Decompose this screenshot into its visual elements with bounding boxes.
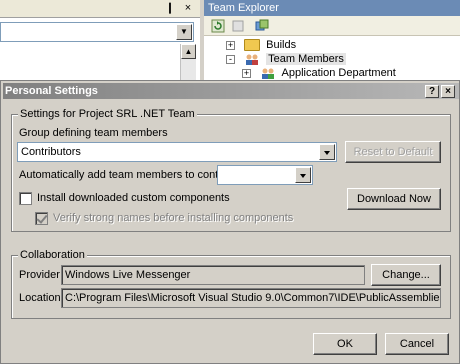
group-icon	[260, 67, 276, 80]
left-pane-header: ❙ ×	[0, 0, 200, 18]
ok-button[interactable]: OK	[313, 333, 377, 355]
tree-item-label: Builds	[266, 39, 297, 51]
close-icon[interactable]: ×	[182, 2, 194, 15]
download-now-button[interactable]: Download Now	[347, 188, 441, 210]
folder-icon	[244, 39, 261, 52]
expand-icon[interactable]: +	[242, 68, 251, 78]
dialog-titlebar[interactable]: Personal Settings ? ×	[3, 83, 459, 99]
tree-item-team-members[interactable]: - Team Members	[226, 52, 346, 66]
cancel-button[interactable]: Cancel	[385, 333, 449, 355]
verify-strong-names-checkbox[interactable]	[35, 212, 48, 225]
provider-label: Provider:	[19, 269, 64, 281]
team-explorer-title: Team Explorer	[204, 0, 460, 16]
refresh-icon[interactable]	[210, 18, 226, 34]
group-defining-label: Group defining team members	[19, 127, 168, 139]
auto-add-select[interactable]	[217, 165, 313, 185]
location-label: Location:	[19, 292, 64, 304]
left-pane-dropdown[interactable]: ▼	[0, 22, 194, 42]
chevron-down-icon[interactable]	[295, 167, 311, 183]
chevron-down-icon[interactable]: ▼	[176, 24, 192, 40]
tree-item-label: Application Department	[281, 67, 396, 79]
chevron-down-icon[interactable]	[319, 144, 335, 160]
left-pane-scrollbar[interactable]: ▲	[180, 44, 196, 84]
provider-field: Windows Live Messenger	[61, 265, 365, 285]
tree-item-label: Team Members	[266, 53, 346, 65]
collapse-icon[interactable]: -	[226, 54, 235, 64]
add-project-icon[interactable]	[254, 18, 270, 34]
group-defining-value: Contributors	[21, 146, 81, 158]
collaboration-group-legend: Collaboration	[18, 249, 87, 262]
reset-to-default-button[interactable]: Reset to Default	[345, 141, 441, 163]
settings-group-legend: Settings for Project SRL .NET Team	[18, 108, 197, 121]
expand-icon[interactable]: +	[226, 40, 235, 50]
location-field: C:\Program Files\Microsoft Visual Studio…	[61, 288, 441, 308]
pin-icon[interactable]: ❙	[164, 2, 176, 15]
tree-item-application-department[interactable]: + Application Department	[242, 66, 396, 80]
install-components-label: Install downloaded custom components	[37, 192, 230, 204]
dialog-title: Personal Settings	[5, 85, 98, 97]
personal-settings-dialog: Personal Settings ? × Settings for Proje…	[0, 80, 460, 364]
group-defining-select[interactable]: Contributors	[17, 142, 337, 162]
tree-item-builds[interactable]: + Builds	[226, 38, 296, 52]
install-components-checkbox[interactable]	[19, 192, 32, 205]
stop-icon[interactable]	[230, 18, 246, 34]
team-members-icon	[244, 53, 260, 66]
scroll-up-icon[interactable]: ▲	[181, 44, 196, 59]
verify-strong-names-label: Verify strong names before installing co…	[53, 212, 294, 224]
team-explorer-toolbar	[204, 16, 460, 36]
change-provider-button[interactable]: Change...	[371, 264, 441, 286]
close-button[interactable]: ×	[441, 85, 455, 98]
help-button[interactable]: ?	[425, 85, 439, 98]
